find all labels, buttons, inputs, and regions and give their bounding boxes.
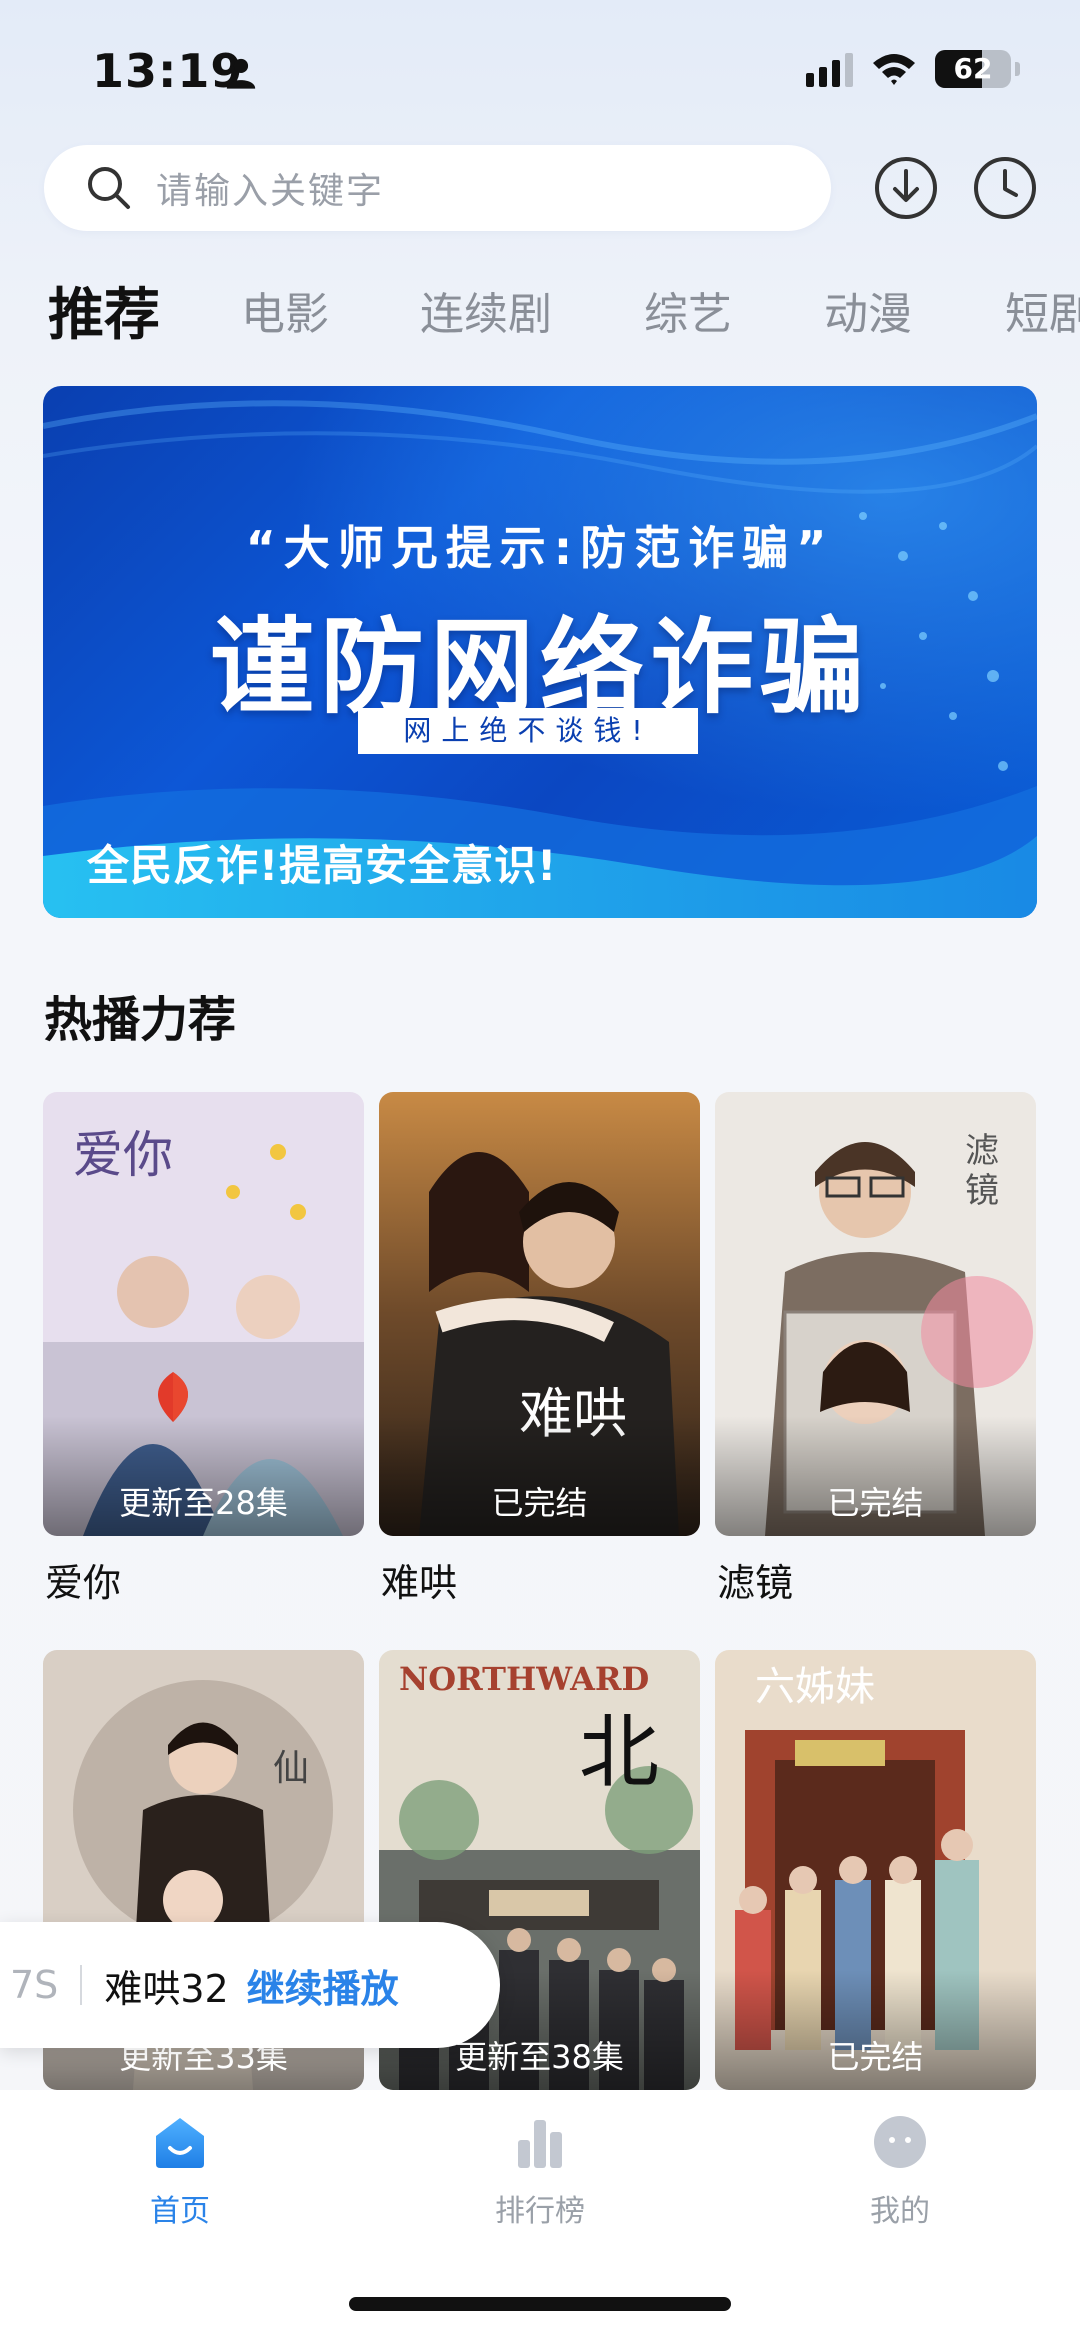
- episode-status: 已完结: [827, 2038, 924, 2076]
- banner-subtitle: “大师兄提示:防范诈骗”: [245, 521, 835, 575]
- nav-label: 排行榜: [495, 2194, 585, 2229]
- nav-profile[interactable]: 我的: [800, 2112, 1000, 2230]
- banner-tag: 网上绝不谈钱!: [358, 708, 698, 754]
- history-icon[interactable]: [972, 155, 1038, 221]
- search-placeholder: 请输入关键字: [156, 171, 385, 212]
- home-icon: [156, 2118, 204, 2168]
- episode-status: 更新至28集: [119, 1484, 288, 1522]
- svg-text:滤: 滤: [965, 1131, 999, 1171]
- show-title[interactable]: 爱你: [45, 1552, 121, 1607]
- continue-progress-time: 7S: [10, 1963, 59, 2007]
- tab-variety[interactable]: 综艺: [644, 278, 732, 342]
- nav-label: 我的: [870, 2194, 930, 2229]
- download-icon[interactable]: [873, 155, 939, 221]
- wifi-icon: [873, 54, 915, 85]
- status-time: 13:19: [92, 44, 244, 98]
- bar-chart-icon: [518, 2120, 562, 2168]
- divider: [80, 1965, 83, 2005]
- status-bar: 13:19 62: [0, 0, 1080, 140]
- svg-text:仙: 仙: [273, 1748, 309, 1789]
- show-title[interactable]: 难哄: [381, 1552, 457, 1607]
- svg-text:六姊妹: 六姊妹: [755, 1664, 875, 1710]
- nav-ranking[interactable]: 排行榜: [440, 2112, 640, 2230]
- show-poster[interactable]: 难哄 已完结: [379, 1092, 700, 1536]
- tab-anime[interactable]: 动漫: [824, 278, 912, 342]
- continue-playing-bar[interactable]: 7S 难哄32 继续播放: [0, 1922, 500, 2048]
- banner-bottom-text: 全民反诈!提高安全意识!: [87, 841, 558, 890]
- cellular-signal-icon: [806, 51, 853, 87]
- show-title[interactable]: 滤镜: [717, 1552, 793, 1607]
- home-indicator[interactable]: [349, 2297, 731, 2311]
- continue-show-title: 难哄32: [104, 1966, 229, 2011]
- continue-playing-button[interactable]: 继续播放: [247, 1958, 399, 2013]
- show-poster[interactable]: 六姊妹 已完结: [715, 1650, 1036, 2090]
- tab-short-drama[interactable]: 短剧: [1005, 278, 1080, 342]
- category-tabs: 推荐 电影 连续剧 综艺 动漫 短剧: [48, 270, 1080, 350]
- tab-series[interactable]: 连续剧: [420, 278, 552, 342]
- tab-recommend[interactable]: 推荐: [48, 270, 160, 350]
- svg-text:北: 北: [579, 1706, 659, 1799]
- show-poster[interactable]: 滤 镜 已完结: [715, 1092, 1036, 1536]
- svg-text:NORTHWARD: NORTHWARD: [399, 1660, 649, 1698]
- battery-icon: 62: [935, 50, 1011, 88]
- status-indicators: 62: [806, 50, 1020, 88]
- episode-status: 已完结: [491, 1484, 588, 1522]
- face-icon: [874, 2116, 926, 2168]
- svg-text:爱你: 爱你: [73, 1126, 173, 1184]
- promo-banner[interactable]: “大师兄提示:防范诈骗” 谨防网络诈骗 网上绝不谈钱! 全民反诈!提高安全意识!: [43, 386, 1037, 918]
- nav-home[interactable]: 首页: [80, 2112, 280, 2230]
- section-title: 热播力荐: [44, 992, 237, 1048]
- tab-movie[interactable]: 电影: [241, 278, 329, 342]
- person-icon: [226, 58, 256, 89]
- battery-level: 62: [953, 52, 993, 85]
- episode-status: 已完结: [827, 1484, 924, 1522]
- search-icon: [88, 167, 130, 209]
- svg-text:镜: 镜: [965, 1171, 999, 1211]
- search-input[interactable]: 请输入关键字: [44, 145, 831, 231]
- show-poster[interactable]: 爱你 更新至28集: [43, 1092, 364, 1536]
- nav-label: 首页: [150, 2194, 210, 2229]
